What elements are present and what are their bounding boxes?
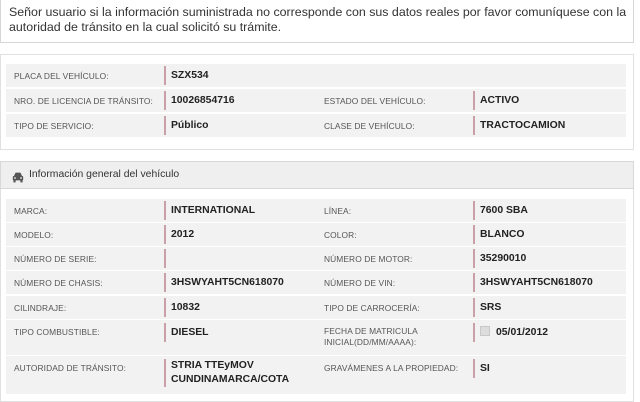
motor-value: 35290010 bbox=[473, 249, 526, 268]
combustible-value: DIESEL bbox=[164, 323, 209, 342]
marca-value: INTERNATIONAL bbox=[164, 201, 255, 220]
notice-text: Señor usuario si la información suminist… bbox=[9, 5, 627, 34]
serie-label: NÚMERO DE SERIE: bbox=[14, 254, 97, 264]
chasis-value: 3HSWYAHT5CN618070 bbox=[164, 273, 284, 292]
details-panel: MARCA: INTERNATIONAL LÍNEA: 7600 SBA MOD… bbox=[0, 189, 634, 402]
fecha-label: FECHA DE MATRICULA INICIAL(DD/MM/AAAA): bbox=[324, 326, 418, 347]
summary-row-licencia: NRO. DE LICENCIA DE TRÁNSITO: 1002685471… bbox=[6, 89, 626, 112]
licencia-label: NRO. DE LICENCIA DE TRÁNSITO: bbox=[14, 96, 153, 106]
summary-row-servicio: TIPO DE SERVICIO: Público CLASE DE VEHÍC… bbox=[6, 114, 626, 137]
marca-label: MARCA: bbox=[14, 206, 48, 216]
estado-value: ACTIVO bbox=[473, 91, 519, 110]
detail-row-combustible: TIPO COMBUSTIBLE: DIESEL FECHA DE MATRIC… bbox=[6, 320, 626, 355]
summary-panel: PLACA DEL VEHÍCULO: SZX534 NRO. DE LICEN… bbox=[0, 54, 634, 150]
servicio-value: Público bbox=[164, 116, 209, 135]
detail-row-modelo: MODELO: 2012 COLOR: BLANCO bbox=[6, 223, 626, 246]
car-icon bbox=[12, 170, 24, 183]
estado-label: ESTADO DEL VEHÍCULO: bbox=[324, 96, 426, 106]
modelo-label: MODELO: bbox=[14, 230, 54, 240]
licencia-value: 10026854716 bbox=[164, 91, 235, 110]
calendar-icon bbox=[480, 326, 490, 336]
vehicle-info-header[interactable]: Información general del vehículo bbox=[0, 161, 634, 189]
cilindraje-value: 10832 bbox=[164, 298, 200, 317]
section-title: Información general del vehículo bbox=[29, 169, 180, 180]
detail-row-serie: NÚMERO DE SERIE: NÚMERO DE MOTOR: 352900… bbox=[6, 247, 626, 270]
carroceria-label: TIPO DE CARROCERÍA: bbox=[324, 303, 420, 313]
vin-value: 3HSWYAHT5CN618070 bbox=[473, 273, 593, 292]
clase-value: TRACTOCAMION bbox=[473, 116, 565, 135]
color-value: BLANCO bbox=[473, 225, 524, 244]
autoridad-label: AUTORIDAD DE TRÁNSITO: bbox=[14, 363, 127, 373]
gravamenes-label: GRAVÁMENES A LA PROPIEDAD: bbox=[324, 363, 459, 373]
linea-value: 7600 SBA bbox=[473, 201, 528, 220]
color-label: COLOR: bbox=[324, 230, 357, 240]
motor-label: NÚMERO DE MOTOR: bbox=[324, 254, 413, 264]
vin-label: NÚMERO DE VIN: bbox=[324, 278, 396, 288]
gravamenes-value: SI bbox=[473, 359, 490, 378]
combustible-label: TIPO COMBUSTIBLE: bbox=[14, 327, 100, 337]
servicio-label: TIPO DE SERVICIO: bbox=[14, 121, 94, 131]
detail-row-cilindraje: CILINDRAJE: 10832 TIPO DE CARROCERÍA: SR… bbox=[6, 296, 626, 319]
autoridad-value: STRIA TTEyMOV CUNDINAMARCA/COTA bbox=[164, 359, 301, 387]
detail-row-marca: MARCA: INTERNATIONAL LÍNEA: 7600 SBA bbox=[6, 199, 626, 222]
serie-value bbox=[164, 249, 171, 268]
carroceria-value: SRS bbox=[473, 298, 501, 317]
fecha-text: 05/01/2012 bbox=[496, 327, 549, 338]
placa-value: SZX534 bbox=[164, 66, 209, 85]
detail-row-chasis: NÚMERO DE CHASIS: 3HSWYAHT5CN618070 NÚME… bbox=[6, 271, 626, 294]
notice-box: Señor usuario si la información suminist… bbox=[0, 0, 634, 43]
linea-label: LÍNEA: bbox=[324, 206, 352, 216]
chasis-label: NÚMERO DE CHASIS: bbox=[14, 278, 103, 288]
modelo-value: 2012 bbox=[164, 225, 194, 244]
clase-label: CLASE DE VEHÍCULO: bbox=[324, 121, 415, 131]
detail-row-autoridad: AUTORIDAD DE TRÁNSITO: STRIA TTEyMOV CUN… bbox=[6, 356, 626, 394]
cilindraje-label: CILINDRAJE: bbox=[14, 303, 67, 313]
placa-label: PLACA DEL VEHÍCULO: bbox=[14, 71, 109, 81]
summary-row-placa: PLACA DEL VEHÍCULO: SZX534 bbox=[6, 64, 626, 87]
fecha-value: 05/01/2012 bbox=[473, 323, 548, 342]
